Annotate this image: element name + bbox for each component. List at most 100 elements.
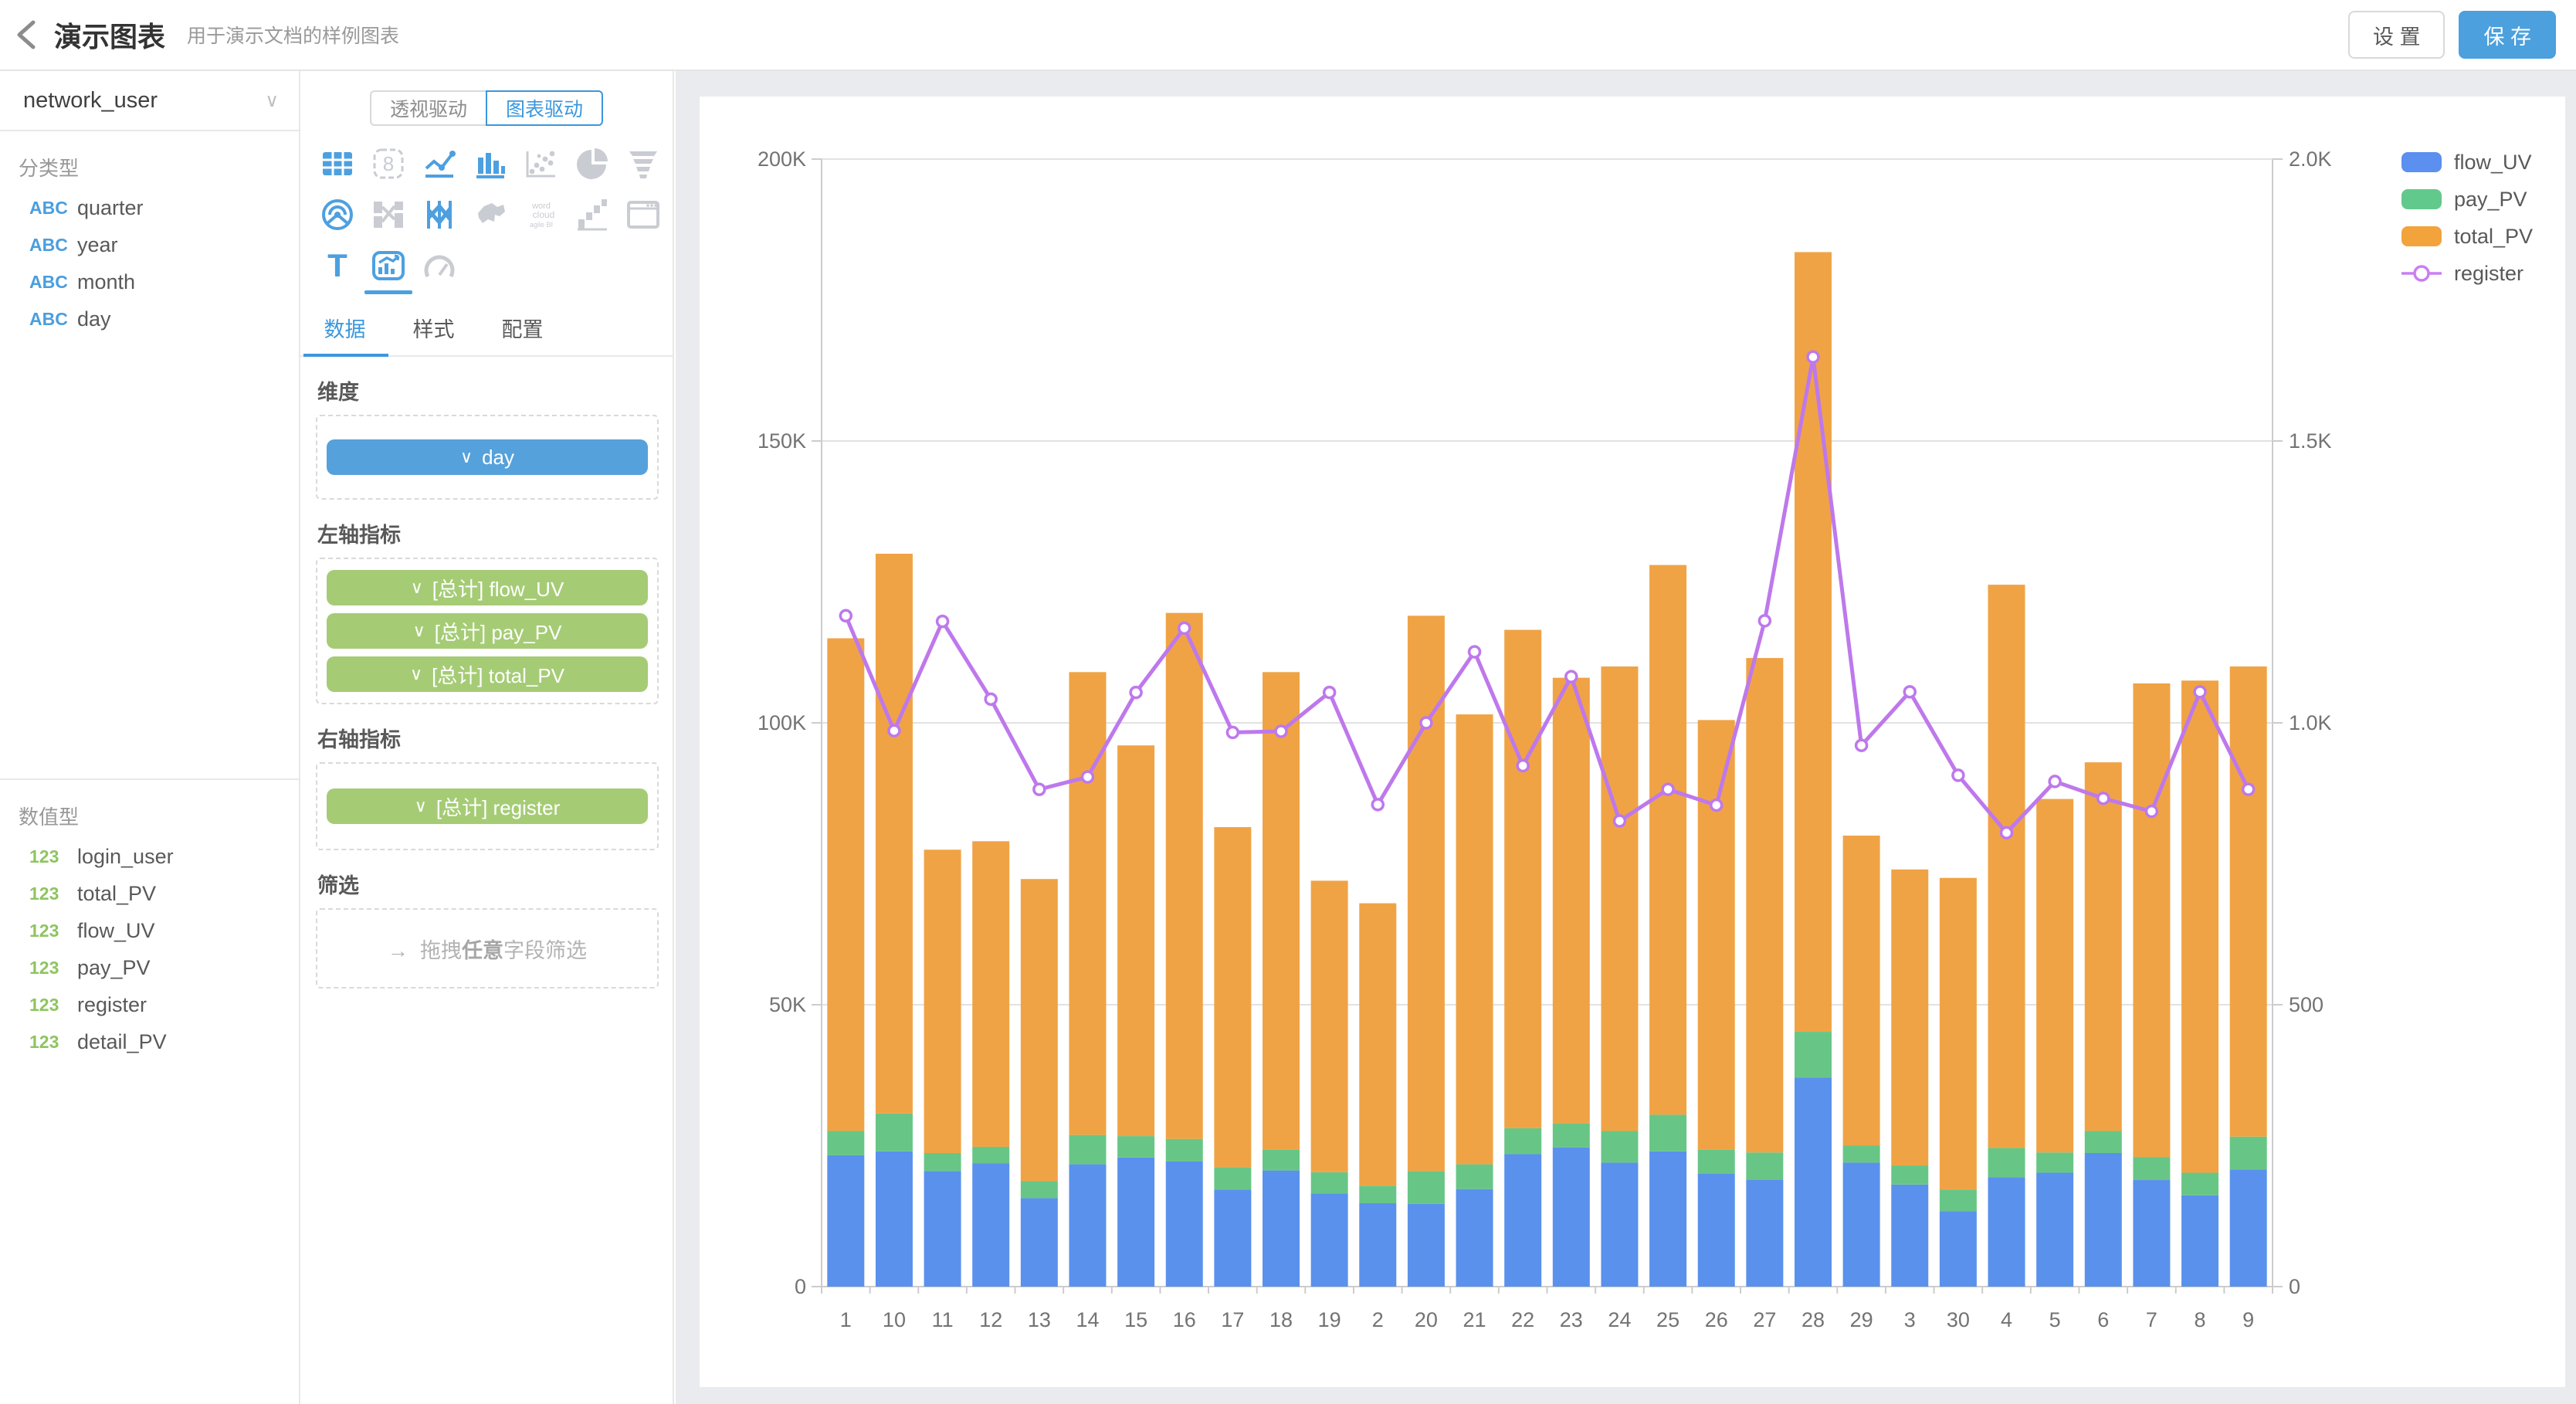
field-name: total_PV [77,882,156,906]
tab-data[interactable]: 数据 [300,305,389,355]
scatter-icon[interactable] [516,138,567,189]
legend-item-total_PV[interactable]: total_PV [2401,226,2533,246]
field-item-login_user[interactable]: 123login_user [0,838,299,875]
left-axis-label: 左轴指标 [300,500,673,558]
gauge-icon[interactable] [414,240,465,291]
word-cloud-icon[interactable]: wordcloudagile BI [516,189,567,240]
right-axis-dropzone[interactable]: ∨ [总计] register [316,762,659,850]
legend-label: total_PV [2454,225,2533,249]
tab-config[interactable]: 配置 [478,305,567,355]
legend-label: pay_PV [2454,188,2527,212]
field-name: register [77,993,147,1017]
double-axis-icon[interactable] [363,240,414,291]
category-field-section: 分类型 ABCquarterABCyearABCmonthABCday [0,131,299,337]
legend-item-pay_PV[interactable]: pay_PV [2401,189,2533,209]
field-name: year [77,233,118,257]
field-name: day [77,307,111,331]
svg-text:4: 4 [2001,1308,2012,1331]
pie-icon[interactable] [567,138,618,189]
field-chip--总计-total_PV[interactable]: ∨[总计] total_PV [327,656,648,692]
chevron-down-icon: ∨ [415,796,427,816]
dimension-dropzone[interactable]: ∨day [316,415,659,500]
filter-label: 筛选 [300,850,673,908]
filter-dropzone[interactable]: → 拖拽任意字段筛选 [316,908,659,989]
waterfall-icon[interactable] [567,189,618,240]
field-chip-day[interactable]: ∨day [327,439,648,475]
line-chart-icon[interactable] [414,138,465,189]
field-item-day[interactable]: ABCday [0,300,299,337]
svg-text:1: 1 [840,1308,852,1331]
field-type-badge: ABC [29,272,77,293]
field-type-badge: ABC [29,235,77,256]
legend-swatch [2401,189,2442,209]
legend-item-register[interactable]: register [2401,263,2533,283]
svg-text:19: 19 [1318,1308,1341,1331]
save-button[interactable]: 保 存 [2459,11,2556,59]
chart-drive-tab[interactable]: 图表驱动 [486,90,603,126]
field-item-pay_PV[interactable]: 123pay_PV [0,949,299,986]
field-name: detail_PV [77,1030,167,1054]
svg-text:6: 6 [2097,1308,2109,1331]
text-icon[interactable]: T [312,240,363,291]
field-item-flow_UV[interactable]: 123flow_UV [0,912,299,949]
svg-text:1.5K: 1.5K [2289,429,2332,453]
svg-text:0: 0 [2289,1275,2300,1298]
field-item-register[interactable]: 123register [0,986,299,1023]
page-subtitle: 用于演示文档的样例图表 [187,21,399,49]
legend-item-flow_UV[interactable]: flow_UV [2401,152,2533,172]
settings-button[interactable]: 设 置 [2348,11,2446,59]
parallel-icon[interactable] [414,189,465,240]
chart-card: 0050K500100K1.0K150K1.5K200K2.0K11011121… [700,97,2565,1387]
header: 演示图表 用于演示文档的样例图表 设 置 保 存 [0,0,2576,71]
pivot-drive-tab[interactable]: 透视驱动 [370,90,486,126]
svg-text:20: 20 [1415,1308,1438,1331]
field-item-total_PV[interactable]: 123total_PV [0,875,299,912]
svg-text:27: 27 [1753,1308,1776,1331]
chart-legend: flow_UV pay_PV total_PV register [2401,152,2533,300]
svg-text:22: 22 [1511,1308,1534,1331]
sankey-icon[interactable] [363,189,414,240]
field-name: login_user [77,845,174,869]
svg-text:1.0K: 1.0K [2289,711,2332,734]
legend-label: register [2454,262,2523,286]
back-button[interactable] [0,0,54,70]
radar-icon[interactable] [312,189,363,240]
field-type-badge: ABC [29,309,77,330]
field-item-year[interactable]: ABCyear [0,226,299,263]
map-icon[interactable] [465,189,516,240]
field-item-detail_PV[interactable]: 123detail_PV [0,1023,299,1060]
field-name: quarter [77,196,144,220]
tab-style[interactable]: 样式 [389,305,478,355]
score-card-icon[interactable]: 8 [363,138,414,189]
svg-text:0: 0 [795,1275,806,1298]
svg-text:17: 17 [1221,1308,1244,1331]
svg-text:agile BI: agile BI [530,221,553,229]
field-item-quarter[interactable]: ABCquarter [0,189,299,226]
field-type-badge: 123 [29,883,77,904]
table-icon[interactable] [312,138,363,189]
svg-text:5: 5 [2049,1308,2061,1331]
bar-chart-icon[interactable] [465,138,516,189]
svg-text:18: 18 [1269,1308,1293,1331]
field-type-badge: ABC [29,198,77,219]
filter-placeholder: → 拖拽任意字段筛选 [388,934,587,964]
iframe-icon[interactable] [618,189,669,240]
dual-axis-chart[interactable]: 0050K500100K1.0K150K1.5K200K2.0K11011121… [700,97,2565,1387]
funnel-icon[interactable] [618,138,669,189]
datasource-name: network_user [23,88,158,114]
field-chip--总计-flow_UV[interactable]: ∨[总计] flow_UV [327,570,648,605]
numeric-field-list: 123login_user123total_PV123flow_UV123pay… [0,838,299,1060]
field-chip--总计-pay_PV[interactable]: ∨[总计] pay_PV [327,613,648,649]
chip-label: [总计] flow_UV [432,574,564,602]
svg-text:12: 12 [979,1308,1002,1331]
field-type-badge: 123 [29,995,77,1016]
field-chip--总计-register[interactable]: ∨ [总计] register [327,788,648,824]
page-title: 演示图表 [54,15,165,55]
chip-label: [总计] total_PV [432,660,564,689]
left-axis-dropzone[interactable]: ∨[总计] flow_UV ∨[总计] pay_PV ∨[总计] total_PV [316,558,659,704]
field-item-month[interactable]: ABCmonth [0,263,299,300]
svg-text:150K: 150K [758,429,806,453]
chip-label: [总计] register [436,792,560,821]
svg-text:2: 2 [1372,1308,1384,1331]
datasource-selector[interactable]: network_user ∨ [0,71,299,131]
